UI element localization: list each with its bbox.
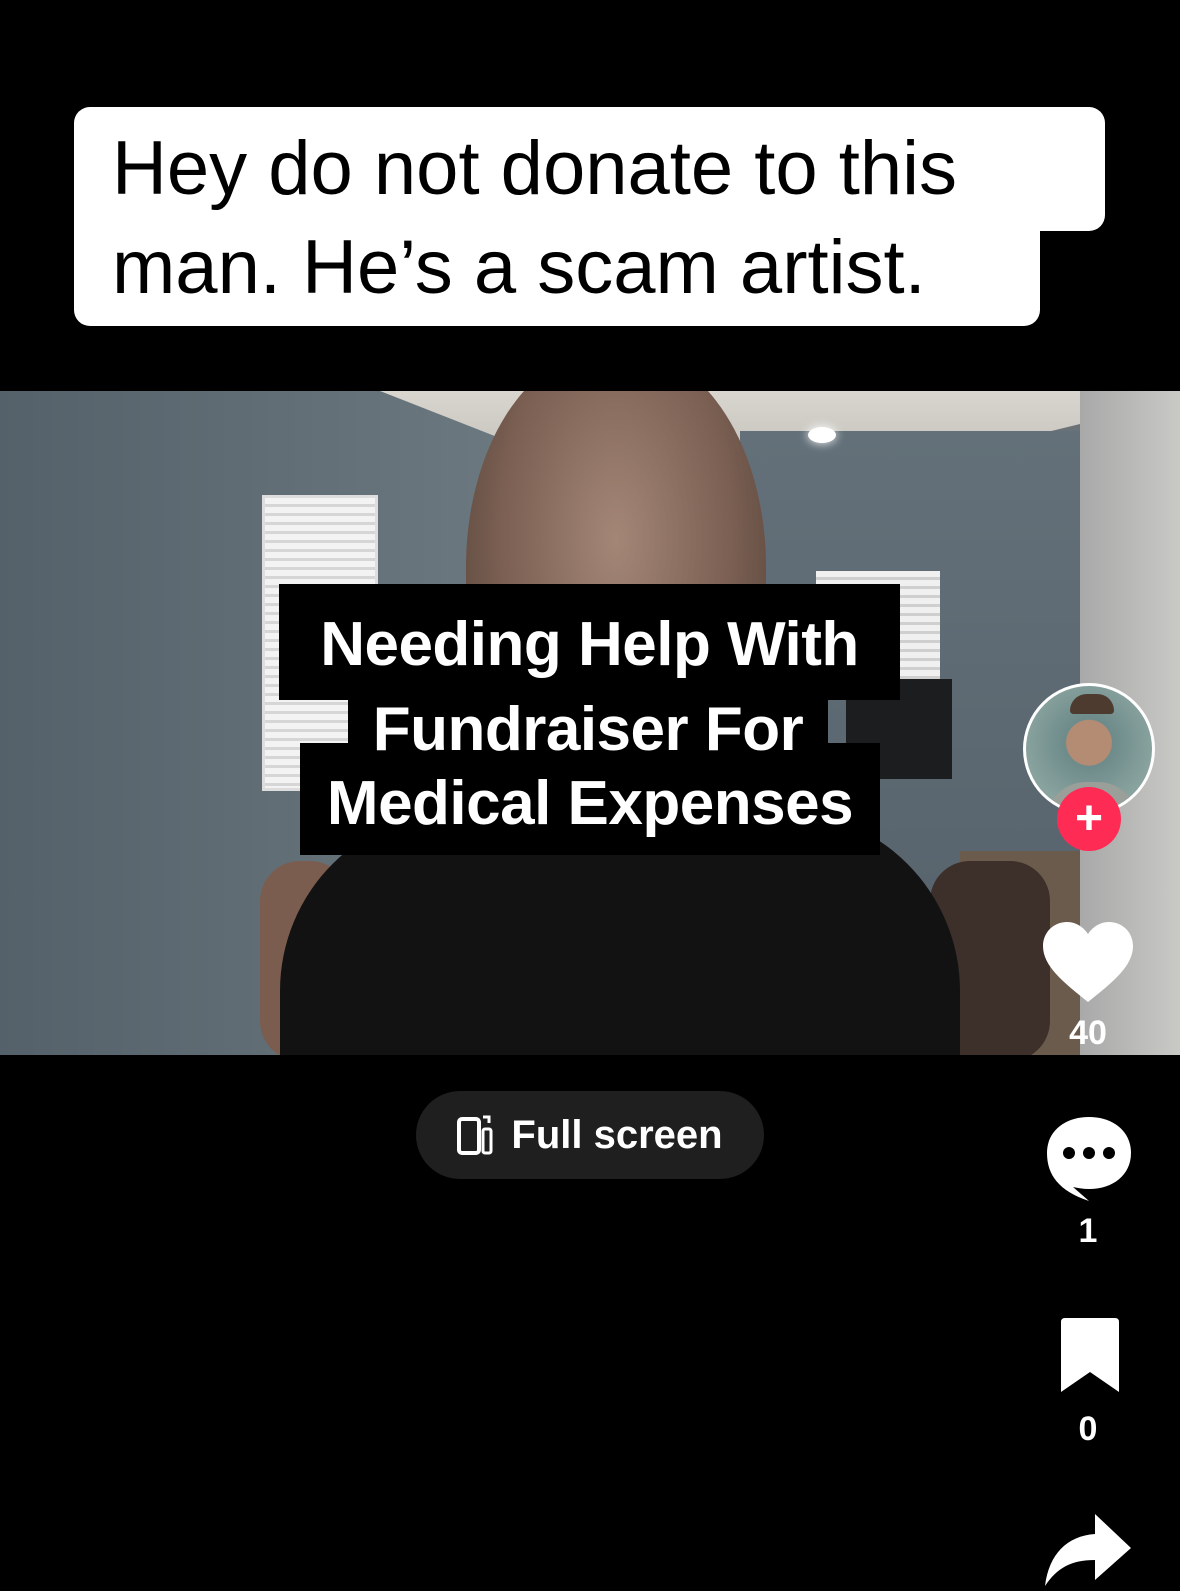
full-screen-label: Full screen <box>511 1112 723 1157</box>
full-screen-button[interactable]: Full screen <box>416 1091 764 1179</box>
comment-count: 1 <box>1078 1212 1098 1250</box>
bookmark-icon <box>1057 1318 1123 1398</box>
share-icon <box>1045 1514 1131 1590</box>
video-text-overlay: Needing Help With Medical Expenses Fundr… <box>0 391 1180 1055</box>
overlay-line-1: Needing Help With <box>279 584 900 700</box>
follow-button[interactable]: + <box>1057 787 1121 851</box>
caption-line-1: Hey do not donate to this <box>74 107 1105 231</box>
avatar-hair <box>1070 694 1114 714</box>
save-count: 0 <box>1078 1410 1098 1448</box>
overlay-line-2: Fundraiser For <box>348 691 828 773</box>
comment-button[interactable] <box>1045 1115 1133 1206</box>
like-button[interactable] <box>1043 922 1133 1009</box>
save-button[interactable] <box>1057 1318 1123 1399</box>
like-count: 40 <box>1069 1014 1107 1052</box>
video-player[interactable]: Needing Help With Medical Expenses Fundr… <box>0 391 1180 1055</box>
text-caption: Hey do not donate to this man. He’s a sc… <box>0 0 1180 390</box>
share-button[interactable] <box>1045 1514 1131 1591</box>
expand-screen-icon <box>457 1113 493 1157</box>
caption-line-2: man. He’s a scam artist. <box>74 218 1040 326</box>
heart-icon <box>1043 922 1133 1008</box>
comment-icon <box>1045 1117 1133 1205</box>
plus-icon: + <box>1074 792 1104 845</box>
